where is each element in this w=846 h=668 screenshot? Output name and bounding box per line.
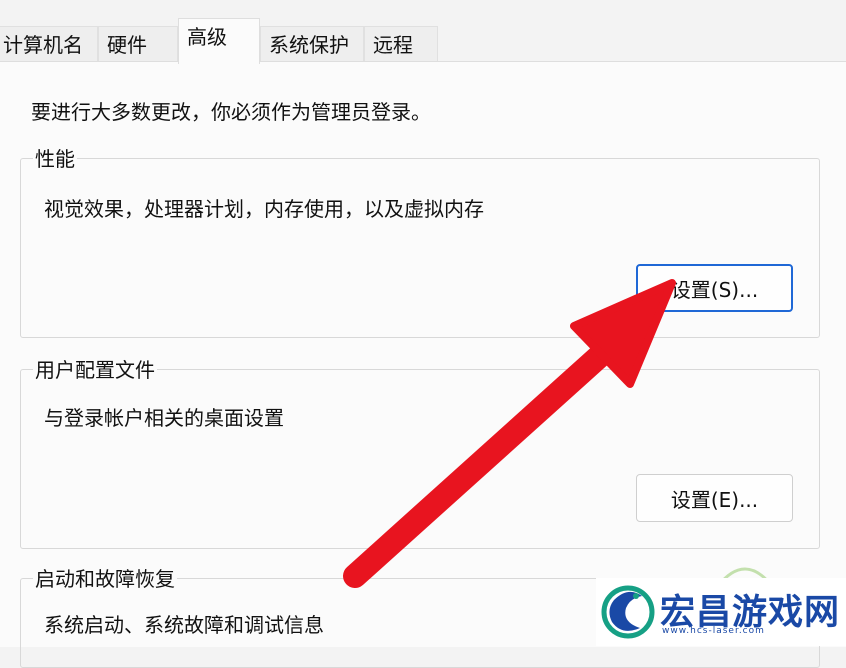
tab-computer-name[interactable]: 计算机名 (0, 26, 98, 62)
user-profiles-title: 用户配置文件 (33, 354, 157, 383)
performance-group: 性能 视觉效果，处理器计划，内存使用，以及虚拟内存 设置(S)... (20, 143, 820, 338)
tab-bar: 计算机名 硬件 高级 系统保护 远程 (0, 18, 846, 64)
performance-title: 性能 (33, 143, 77, 172)
admin-notice: 要进行大多数更改，你必须作为管理员登录。 (31, 100, 431, 124)
watermark: 宏昌游戏网 www.hcs-laser.com (596, 578, 846, 646)
tab-system-protection[interactable]: 系统保护 (260, 26, 364, 62)
performance-settings-button[interactable]: 设置(S)... (636, 264, 793, 312)
tab-advanced[interactable]: 高级 (178, 18, 260, 64)
dragon-logo-icon (601, 585, 655, 639)
watermark-url: www.hcs-laser.com (662, 626, 765, 636)
user-profiles-group: 用户配置文件 与登录帐户相关的桌面设置 设置(E)... (20, 354, 820, 549)
user-profiles-settings-button[interactable]: 设置(E)... (636, 474, 793, 522)
startup-recovery-description: 系统启动、系统故障和调试信息 (44, 613, 324, 637)
tab-hardware[interactable]: 硬件 (98, 26, 178, 62)
performance-description: 视觉效果，处理器计划，内存使用，以及虚拟内存 (44, 197, 484, 221)
startup-recovery-title: 启动和故障恢复 (33, 563, 177, 592)
user-profiles-description: 与登录帐户相关的桌面设置 (44, 406, 284, 430)
tab-remote[interactable]: 远程 (364, 26, 438, 62)
